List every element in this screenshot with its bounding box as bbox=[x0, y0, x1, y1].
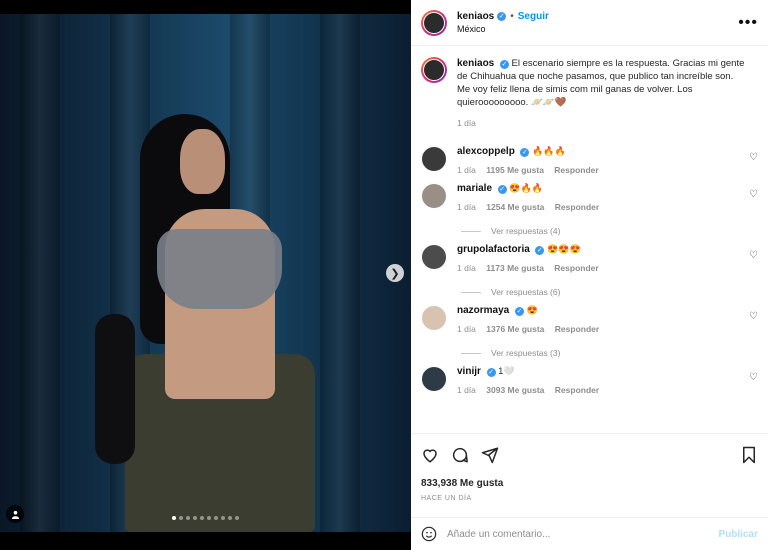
publish-button[interactable]: Publicar bbox=[719, 529, 758, 540]
carousel-indicator bbox=[172, 516, 239, 520]
like-count[interactable]: 833,938 Me gusta bbox=[421, 478, 758, 489]
bookmark-icon[interactable] bbox=[740, 446, 758, 464]
verified-badge-icon: ✓ bbox=[535, 246, 545, 255]
post-media: ❯ bbox=[0, 0, 411, 550]
comment-time[interactable]: 1 día bbox=[457, 385, 476, 395]
caption-username[interactable]: keniaos bbox=[457, 58, 494, 69]
carousel-dot bbox=[214, 516, 218, 520]
reply-button[interactable]: Responder bbox=[555, 324, 599, 334]
post-actions: 833,938 Me gusta HACE UN DÍA bbox=[411, 433, 768, 502]
comment-time[interactable]: 1 día bbox=[457, 165, 476, 175]
comment-time[interactable]: 1 día bbox=[457, 202, 476, 212]
verified-badge-icon: ✓ bbox=[499, 60, 509, 69]
avatar[interactable] bbox=[421, 305, 447, 331]
comment-text: 😍 bbox=[526, 305, 538, 315]
comment-text: 🔥🔥🔥 bbox=[532, 146, 566, 156]
avatar[interactable] bbox=[421, 9, 447, 36]
comment-item: alexcoppelp ✓ 🔥🔥🔥 1 día 1195 Me gusta Re… bbox=[411, 138, 768, 175]
separator-dot: • bbox=[510, 11, 514, 22]
post-details-panel: keniaos ✓ • Seguir México ••• keniaos ✓ … bbox=[411, 0, 768, 550]
carousel-dot bbox=[235, 516, 239, 520]
view-replies-label: Ver respuestas (6) bbox=[491, 287, 561, 297]
carousel-dot bbox=[200, 516, 204, 520]
heart-icon[interactable] bbox=[421, 446, 439, 464]
carousel-dot bbox=[172, 516, 176, 520]
verified-badge-icon: ✓ bbox=[486, 368, 496, 377]
carousel-dot bbox=[186, 516, 190, 520]
comments-list[interactable]: keniaos ✓ El escenario siempre es la res… bbox=[411, 47, 768, 433]
comment-likes[interactable]: 1376 Me gusta bbox=[486, 324, 544, 334]
heart-icon[interactable]: ♡ bbox=[749, 311, 758, 322]
comment-username[interactable]: alexcoppelp bbox=[457, 146, 515, 157]
post-caption: keniaos ✓ El escenario siempre es la res… bbox=[411, 47, 768, 138]
carousel-dot bbox=[207, 516, 211, 520]
view-replies[interactable]: Ver respuestas (3) bbox=[411, 334, 768, 358]
chevron-right-icon[interactable]: ❯ bbox=[386, 264, 404, 282]
comment-username[interactable]: grupolafactoria bbox=[457, 244, 530, 255]
comment-text: 1🤍 bbox=[498, 366, 515, 376]
author-username[interactable]: keniaos bbox=[457, 11, 494, 22]
share-icon[interactable] bbox=[481, 446, 499, 464]
comment-text: 😍😍😍 bbox=[547, 244, 581, 254]
caption-time[interactable]: 1 día bbox=[457, 117, 747, 130]
heart-icon[interactable]: ♡ bbox=[749, 152, 758, 163]
avatar[interactable] bbox=[421, 183, 447, 209]
divider bbox=[461, 352, 481, 354]
comment-item: mariale ✓ 😍🔥🔥 1 día 1254 Me gusta Respon… bbox=[411, 175, 768, 236]
post-date: HACE UN DÍA bbox=[421, 495, 472, 502]
comment-text: 😍🔥🔥 bbox=[509, 183, 543, 193]
comment-icon[interactable] bbox=[451, 446, 469, 464]
heart-icon[interactable]: ♡ bbox=[749, 189, 758, 200]
avatar[interactable] bbox=[421, 244, 447, 270]
reply-button[interactable]: Responder bbox=[555, 385, 599, 395]
verified-badge-icon: ✓ bbox=[497, 185, 507, 194]
reply-button[interactable]: Responder bbox=[555, 202, 599, 212]
view-replies-label: Ver respuestas (3) bbox=[491, 348, 561, 358]
carousel-dot bbox=[179, 516, 183, 520]
comment-likes[interactable]: 1173 Me gusta bbox=[486, 263, 544, 273]
user-tag-icon[interactable] bbox=[6, 505, 24, 523]
avatar[interactable] bbox=[421, 366, 447, 392]
post-photo[interactable] bbox=[0, 14, 411, 532]
emoji-icon[interactable] bbox=[421, 526, 437, 542]
verified-badge-icon: ✓ bbox=[520, 148, 530, 157]
comment-time[interactable]: 1 día bbox=[457, 263, 476, 273]
person-figure bbox=[95, 114, 325, 532]
verified-badge-icon: ✓ bbox=[514, 307, 524, 316]
comment-input[interactable] bbox=[447, 528, 719, 540]
divider bbox=[461, 291, 481, 293]
view-replies[interactable]: Ver respuestas (6) bbox=[411, 273, 768, 297]
comment-likes[interactable]: 3093 Me gusta bbox=[486, 385, 544, 395]
avatar[interactable] bbox=[421, 146, 447, 172]
view-replies[interactable]: Ver respuestas (4) bbox=[411, 212, 768, 236]
comment-item: vinijr ✓ 1🤍 1 día 3093 Me gusta Responde… bbox=[411, 358, 768, 395]
carousel-dot bbox=[221, 516, 225, 520]
carousel-dot bbox=[228, 516, 232, 520]
verified-badge-icon: ✓ bbox=[497, 12, 507, 21]
heart-icon[interactable]: ♡ bbox=[749, 372, 758, 383]
avatar[interactable] bbox=[421, 57, 447, 83]
comment-username[interactable]: nazormaya bbox=[457, 305, 509, 316]
comment-time[interactable]: 1 día bbox=[457, 324, 476, 334]
post-modal: ❯ keniaos ✓ • Seguir México ••• keniaos … bbox=[0, 0, 768, 550]
more-options-icon[interactable]: ••• bbox=[738, 14, 758, 32]
comment-item: grupolafactoria ✓ 😍😍😍 1 día 1173 Me gust… bbox=[411, 236, 768, 297]
comment-username[interactable]: mariale bbox=[457, 183, 492, 194]
post-location[interactable]: México bbox=[457, 24, 738, 34]
comment-item: nazormaya ✓ 😍 1 día 1376 Me gusta Respon… bbox=[411, 297, 768, 358]
comment-likes[interactable]: 1195 Me gusta bbox=[486, 165, 544, 175]
reply-button[interactable]: Responder bbox=[554, 165, 598, 175]
reply-button[interactable]: Responder bbox=[554, 263, 598, 273]
comment-username[interactable]: vinijr bbox=[457, 366, 481, 377]
follow-button[interactable]: Seguir bbox=[518, 11, 549, 22]
view-replies-label: Ver respuestas (4) bbox=[491, 226, 561, 236]
divider bbox=[461, 230, 481, 232]
post-header: keniaos ✓ • Seguir México ••• bbox=[411, 0, 768, 46]
add-comment-bar: Publicar bbox=[411, 517, 768, 550]
heart-icon[interactable]: ♡ bbox=[749, 250, 758, 261]
comment-likes[interactable]: 1254 Me gusta bbox=[486, 202, 544, 212]
carousel-dot bbox=[193, 516, 197, 520]
